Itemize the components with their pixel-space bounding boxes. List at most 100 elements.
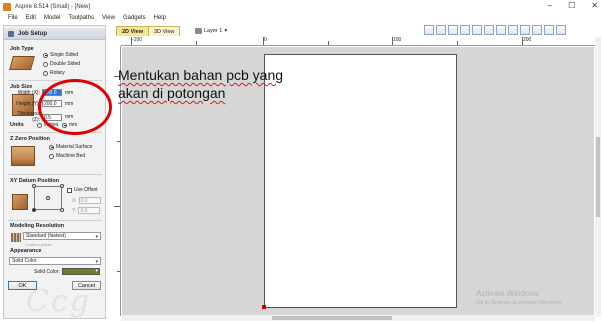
datum-center[interactable]	[46, 196, 50, 200]
offset-y-label: Y:	[72, 207, 77, 214]
radio-machine-bed-label: Machine Bed	[56, 153, 86, 159]
origin-marker	[262, 305, 266, 309]
solid-color-label: Solid Color:	[34, 269, 60, 275]
radio-single-sided[interactable]: Single Sided	[43, 52, 78, 58]
datum-bottom-left[interactable]	[32, 208, 36, 212]
offset-y-input[interactable]: 0.0	[78, 207, 101, 214]
job-type-title: Job Type	[10, 46, 34, 52]
tab-2d-view[interactable]: 2D View	[116, 26, 149, 36]
ok-button[interactable]: OK	[8, 281, 37, 290]
highlight-circle	[38, 79, 112, 135]
material-sheet	[264, 54, 457, 308]
ruler-tick	[263, 37, 264, 45]
datum-selector	[32, 184, 64, 212]
show-guides-icon[interactable]	[520, 25, 530, 35]
maximize-button[interactable]: ☐	[568, 1, 575, 10]
offset-y-field: Y: 0.0	[72, 207, 101, 214]
width-label: Width (X):	[17, 89, 40, 96]
layers-toggle-icon[interactable]	[544, 25, 554, 35]
zoom-fit-icon[interactable]	[424, 25, 434, 35]
layer-selector[interactable]: Layer 1 ▾	[195, 26, 227, 35]
app-icon	[3, 2, 11, 11]
radio-double-sided-icon[interactable]	[43, 61, 48, 67]
radio-single-sided-label: Single Sided	[50, 52, 79, 58]
activate-windows-title: Activate Windows	[476, 289, 540, 298]
datum-top-left[interactable]	[32, 184, 36, 188]
menu-toolpaths[interactable]: Toolpaths	[64, 15, 98, 21]
zoom-box-icon[interactable]	[436, 25, 446, 35]
radio-rotary-label: Rotary	[50, 70, 65, 76]
cancel-button[interactable]: Cancel	[72, 281, 101, 290]
snap-grid-icon[interactable]	[484, 25, 494, 35]
settings-icon[interactable]	[556, 25, 566, 35]
ruler-label: -100	[132, 37, 143, 43]
vertical-scrollbar[interactable]	[595, 37, 601, 317]
radio-machine-bed[interactable]: Machine Bed	[49, 153, 85, 159]
layer-name: Layer 1	[204, 27, 223, 34]
job-setup-panel: Ccg Job Setup Job Type Single Sided Doub…	[3, 25, 106, 319]
radio-material-surface-icon[interactable]	[49, 144, 54, 150]
radio-single-sided-icon[interactable]	[43, 52, 48, 58]
zoom-out-icon[interactable]	[472, 25, 482, 35]
offset-x-field: X: 0.0	[72, 197, 101, 204]
window-controls: – ☐ ✕	[548, 1, 598, 10]
menu-file[interactable]: File	[0, 15, 22, 21]
datum-top-right[interactable]	[60, 184, 64, 188]
use-offset-checkbox[interactable]: Use Offset	[67, 187, 98, 193]
offset-x-input[interactable]: 0.0	[78, 197, 101, 204]
resolution-icon	[11, 233, 21, 242]
horizontal-scroll-thumb[interactable]	[272, 316, 392, 320]
ruler-tick	[114, 206, 120, 207]
ruler-tick	[457, 41, 458, 45]
use-offset-checkbox-box[interactable]	[67, 187, 72, 193]
annotation-line-2-text: akan di potongan	[118, 85, 226, 101]
resolution-select[interactable]: Standard (fastest) ▾	[23, 232, 101, 240]
window-title: Aspire 8.514 (Small) - [New]	[15, 3, 91, 10]
offset-x-label: X:	[72, 197, 77, 204]
menu-model[interactable]: Model	[40, 15, 64, 21]
ruler-tick	[117, 141, 120, 142]
close-button[interactable]: ✕	[591, 1, 598, 10]
radio-rotary-icon[interactable]	[43, 70, 48, 76]
tab-3d-view[interactable]: 3D View	[148, 26, 181, 36]
menu-help[interactable]: Help	[150, 15, 170, 21]
ruler-tick	[196, 41, 197, 45]
ruler-label: 100	[393, 37, 402, 43]
radio-rotary[interactable]: Rotary	[43, 70, 65, 76]
panel-header: Job Setup	[4, 28, 105, 40]
show-vectors-icon[interactable]	[508, 25, 518, 35]
radio-material-surface-label: Material Surface	[56, 144, 93, 150]
radio-material-surface[interactable]: Material Surface	[49, 144, 92, 150]
menu-edit[interactable]: Edit	[22, 15, 40, 21]
radio-double-sided[interactable]: Double Sided	[43, 61, 80, 67]
chevron-down-icon: ▾	[224, 27, 228, 34]
radio-inches-icon[interactable]	[37, 122, 42, 128]
z-zero-material-icon	[11, 146, 35, 166]
vertical-scroll-thumb[interactable]	[596, 137, 600, 217]
ruler-tick	[522, 37, 523, 45]
modeling-resolution-title: Modeling Resolution	[10, 223, 65, 229]
color-swatch[interactable]: ▾	[62, 268, 100, 275]
show-rulers-icon[interactable]	[496, 25, 506, 35]
minimize-button[interactable]: –	[548, 1, 552, 10]
radio-double-sided-label: Double Sided	[50, 61, 81, 67]
appearance-value: Solid Color	[12, 258, 37, 264]
radio-machine-bed-icon[interactable]	[49, 153, 54, 159]
chevron-down-icon: ▾	[95, 268, 98, 274]
z-zero-title: Z Zero Position	[10, 136, 51, 142]
title-bar: Aspire 8.514 (Small) - [New] – ☐ ✕	[0, 0, 602, 13]
chevron-down-icon: ▾	[95, 259, 98, 265]
zoom-in-icon[interactable]	[460, 25, 470, 35]
xy-datum-material-icon	[12, 194, 28, 210]
horizontal-scrollbar[interactable]	[122, 315, 595, 321]
appearance-title: Appearance	[10, 248, 42, 254]
material-icon[interactable]	[532, 25, 542, 35]
view-toolbar	[424, 25, 566, 35]
menu-view[interactable]: View	[98, 15, 119, 21]
appearance-select[interactable]: Solid Color ▾	[9, 257, 101, 265]
units-title: Units	[10, 122, 24, 128]
menu-gadgets[interactable]: Gadgets	[119, 15, 150, 21]
datum-bottom-right[interactable]	[60, 208, 64, 212]
layers-icon	[195, 27, 202, 34]
pan-icon[interactable]	[448, 25, 458, 35]
